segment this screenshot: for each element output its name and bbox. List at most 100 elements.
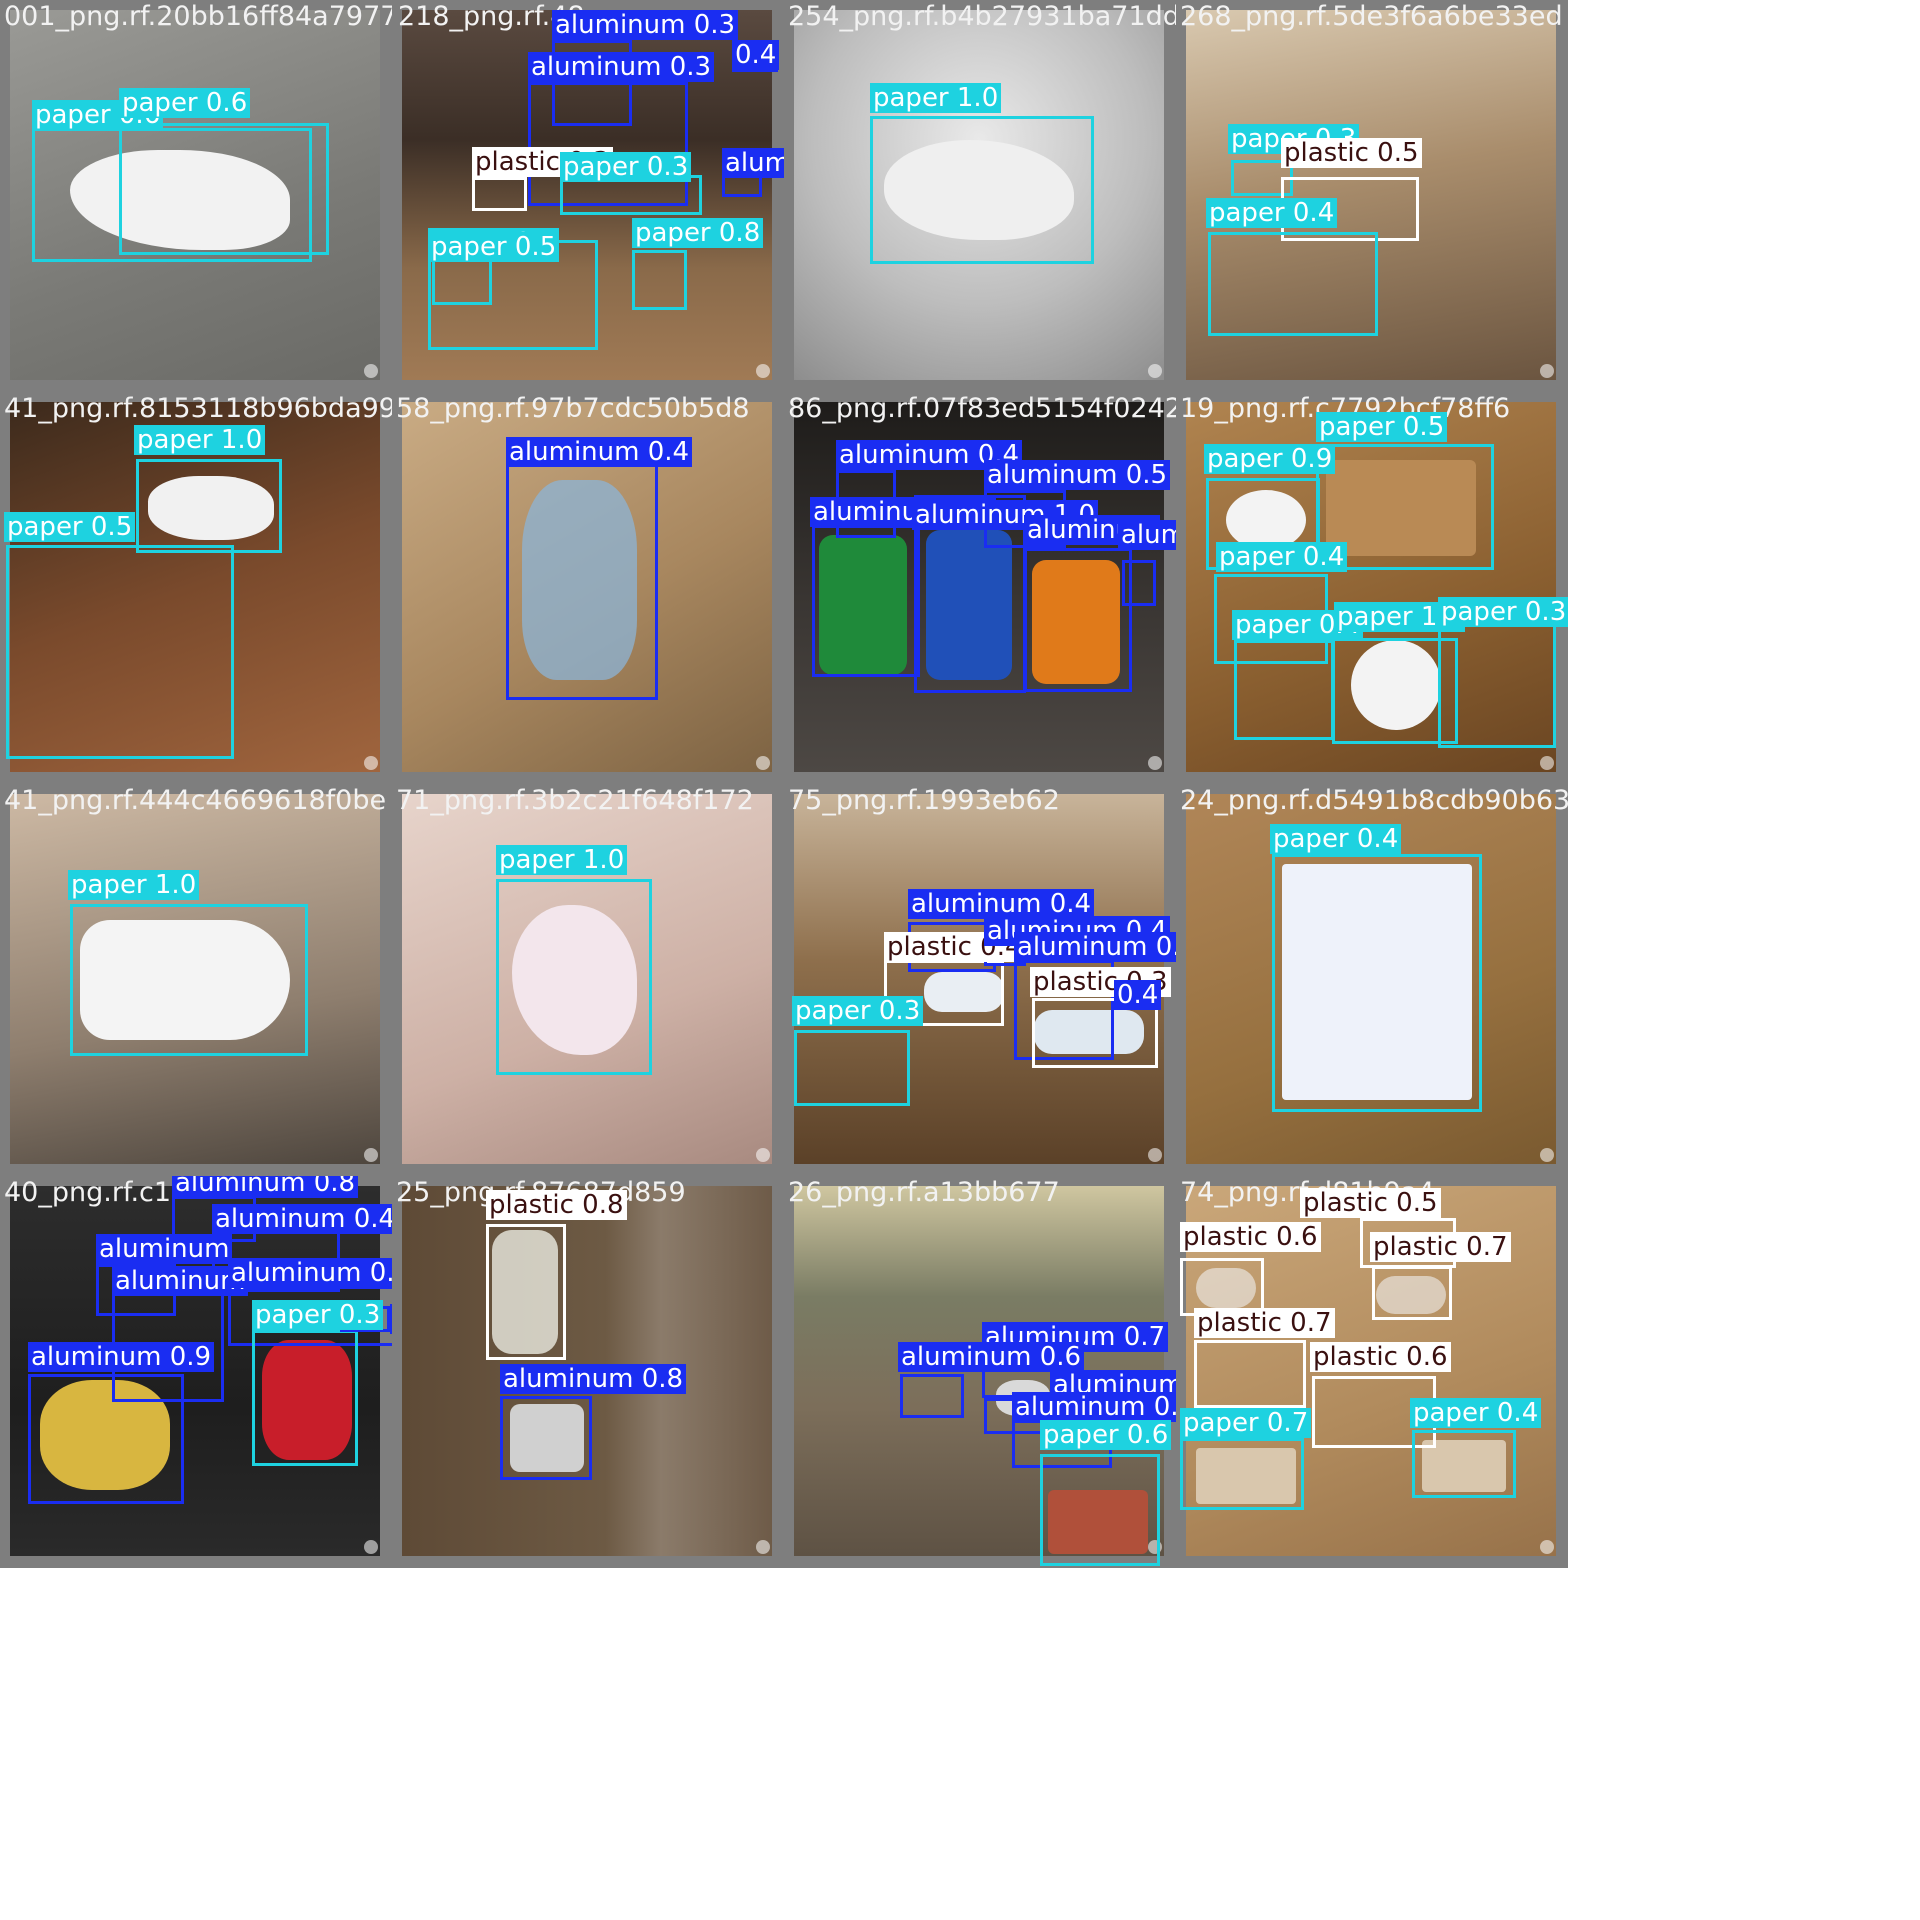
image-tile: 86_png.rf.07f83ed5154f0242 aluminum 0.4 al… bbox=[784, 392, 1176, 784]
detection-label-aluminum: 1.0 bbox=[390, 1304, 392, 1334]
detection-label-paper: paper 0.4 bbox=[1216, 542, 1348, 572]
bounding-box-plastic bbox=[472, 177, 527, 211]
image-tile: 58_png.rf.97b7cdc50b5d8 aluminum 0.4 bbox=[392, 392, 784, 784]
detection-label-aluminum: aluminum bbox=[96, 1234, 233, 1264]
detection-label-plastic: plastic 0.5 bbox=[1300, 1188, 1441, 1218]
detection-label-paper: paper 1.0 bbox=[870, 83, 1002, 113]
bounding-box-paper bbox=[870, 116, 1094, 264]
bounding-box-paper bbox=[1272, 854, 1482, 1112]
bounding-box-paper bbox=[1208, 232, 1378, 336]
detection-label-paper: paper 0.3 bbox=[560, 152, 692, 182]
image-tile: 40_png.rf.c1 aluminum 0.8 aluminum 0.4 alum… bbox=[0, 1176, 392, 1568]
image-tile: 268_png.rf.5de3f6a6be33edpaper 0.3plasti… bbox=[1176, 0, 1568, 392]
detection-label-paper: paper 1.0 bbox=[134, 425, 266, 455]
bounding-box-paper bbox=[1180, 1438, 1304, 1510]
bounding-box-aluminum bbox=[900, 1374, 964, 1418]
ai-watermark-icon bbox=[364, 364, 378, 378]
bounding-box-paper bbox=[252, 1330, 358, 1466]
bounding-box-paper bbox=[794, 1030, 910, 1106]
detection-label-plastic: plastic 0.8 bbox=[486, 1190, 627, 1220]
bounding-box-aluminum bbox=[812, 525, 920, 677]
bounding-box-plastic bbox=[1372, 1266, 1452, 1320]
ai-watermark-icon bbox=[364, 1540, 378, 1554]
detection-grid: 001_png.rf.20bb16ff84a7977 paper 0.6 paper… bbox=[0, 0, 1568, 1568]
image-tile: 19_png.rf.c7792bcf78ff6 paper 0.5 paper 0.… bbox=[1176, 392, 1568, 784]
ai-watermark-icon bbox=[1148, 1148, 1162, 1162]
ai-watermark-icon bbox=[756, 1148, 770, 1162]
image-tile: 218_png.rf.48 aluminum 0.3 aluminum 0.3 0.4… bbox=[392, 0, 784, 392]
detection-label-plastic: plastic 0.5 bbox=[1281, 138, 1422, 168]
bounding-box-paper bbox=[119, 123, 329, 255]
ai-watermark-icon bbox=[1540, 1148, 1554, 1162]
ai-watermark-icon bbox=[1540, 1540, 1554, 1554]
bounding-box-paper bbox=[1040, 1454, 1160, 1566]
ai-watermark-icon bbox=[756, 1540, 770, 1554]
detection-label-paper: paper 0.4 bbox=[1270, 824, 1402, 854]
detection-label-aluminum: aluminum 0.3 bbox=[552, 10, 739, 40]
bounding-box-paper bbox=[1234, 640, 1334, 740]
detection-label-paper: paper 0.4 bbox=[1410, 1398, 1542, 1428]
bounding-box-plastic bbox=[486, 1224, 566, 1360]
bounding-box-paper bbox=[1412, 1430, 1516, 1498]
bounding-box-paper bbox=[632, 250, 687, 310]
image-tile: 41_png.rf.444c4669618f0be paper 1.0 bbox=[0, 784, 392, 1176]
ai-watermark-icon bbox=[364, 756, 378, 770]
ai-watermark-icon bbox=[756, 364, 770, 378]
bounding-box-aluminum bbox=[722, 175, 762, 197]
detection-label-aluminum: 0.4 bbox=[732, 40, 780, 70]
detection-label-paper: paper 0.8 bbox=[632, 218, 764, 248]
bounding-box-aluminum bbox=[1024, 548, 1132, 692]
detection-label-paper: paper 0.5 bbox=[4, 512, 136, 542]
detection-label-plastic: plastic 0.7 bbox=[1194, 1308, 1335, 1338]
detection-label-aluminum: aluminum 0.7 bbox=[1118, 520, 1176, 550]
detection-label-paper: paper 0.5 bbox=[1316, 412, 1448, 442]
ai-watermark-icon bbox=[1148, 756, 1162, 770]
detection-label-paper: paper 1.0 bbox=[496, 845, 628, 875]
bounding-box-paper bbox=[1438, 624, 1556, 748]
image-tile: 41_png.rf.8153118b96bda99 paper 1.0 paper … bbox=[0, 392, 392, 784]
ai-watermark-icon bbox=[1540, 364, 1554, 378]
bounding-box-aluminum bbox=[1122, 560, 1156, 606]
bounding-box-plastic bbox=[1194, 1340, 1306, 1408]
detection-label-paper: paper 0.7 bbox=[1180, 1408, 1312, 1438]
image-tile: 25_png.rf.87687d859plastic 0.8aluminum 0… bbox=[392, 1176, 784, 1568]
detection-label-aluminum: aluminum 0.4 bbox=[908, 889, 1095, 919]
image-tile: 71_png.rf.3b2c21f648f172 paper 1.0 bbox=[392, 784, 784, 1176]
detection-label-aluminum: aluminum 0.5 bbox=[984, 460, 1171, 490]
detection-label-aluminum: aluminum 0.4 bbox=[722, 148, 784, 178]
bounding-box-paper bbox=[6, 545, 234, 759]
detection-label-aluminum: aluminum 0.9 bbox=[28, 1342, 215, 1372]
detection-label-aluminum: aluminum 0.5 bbox=[1014, 932, 1176, 962]
image-tile: 74_png.rf.d81b9a4plastic 0.5plastic 0.6p… bbox=[1176, 1176, 1568, 1568]
detection-label-paper: paper 0.6 bbox=[119, 88, 251, 118]
bounding-box-aluminum bbox=[500, 1396, 592, 1480]
image-tile: 254_png.rf.b4b27931ba71dde0 paper 1.0 bbox=[784, 0, 1176, 392]
detection-label-paper: paper 0.6 bbox=[1040, 1420, 1172, 1450]
detection-label-paper: paper 0.4 bbox=[1206, 198, 1338, 228]
bounding-box-paper bbox=[496, 879, 652, 1075]
ai-watermark-icon bbox=[364, 1148, 378, 1162]
ai-watermark-icon bbox=[1148, 364, 1162, 378]
detection-label-aluminum: aluminum 0.4 bbox=[506, 437, 693, 467]
image-tile: 26_png.rf.a13bb677 aluminum 0.7 aluminum 0… bbox=[784, 1176, 1176, 1568]
image-tile: 24_png.rf.d5491b8cdb90b639 paper 0.4 bbox=[1176, 784, 1568, 1176]
bounding-box-paper bbox=[70, 904, 308, 1056]
detection-label-aluminum: 0.4 bbox=[1114, 980, 1162, 1010]
detection-label-plastic: plastic 0.6 bbox=[1310, 1342, 1451, 1372]
ai-watermark-icon bbox=[756, 756, 770, 770]
detection-label-paper: paper 0.3 bbox=[792, 996, 924, 1026]
detection-label-aluminum: aluminum 0.4 bbox=[212, 1204, 392, 1234]
detection-label-paper: paper 0.3 bbox=[252, 1300, 384, 1330]
detection-label-aluminum: aluminum 0.6 bbox=[898, 1342, 1085, 1372]
detection-label-aluminum: aluminum 0.3 bbox=[228, 1258, 392, 1288]
detection-label-aluminum: aluminum 0.8 bbox=[172, 1176, 359, 1198]
detection-label-aluminum: aluminum 0.8 bbox=[500, 1364, 687, 1394]
detection-label-plastic: plastic 0.7 bbox=[1370, 1232, 1511, 1262]
bounding-box-aluminum bbox=[28, 1374, 184, 1504]
bounding-box-paper bbox=[136, 459, 282, 553]
detection-label-paper: paper 1.0 bbox=[68, 870, 200, 900]
detection-label-aluminum: aluminum 0.3 bbox=[1012, 1392, 1176, 1422]
ai-watermark-icon bbox=[1540, 756, 1554, 770]
image-tile: 001_png.rf.20bb16ff84a7977 paper 0.6 paper… bbox=[0, 0, 392, 392]
detection-label-paper: paper 0.5 bbox=[428, 232, 560, 262]
